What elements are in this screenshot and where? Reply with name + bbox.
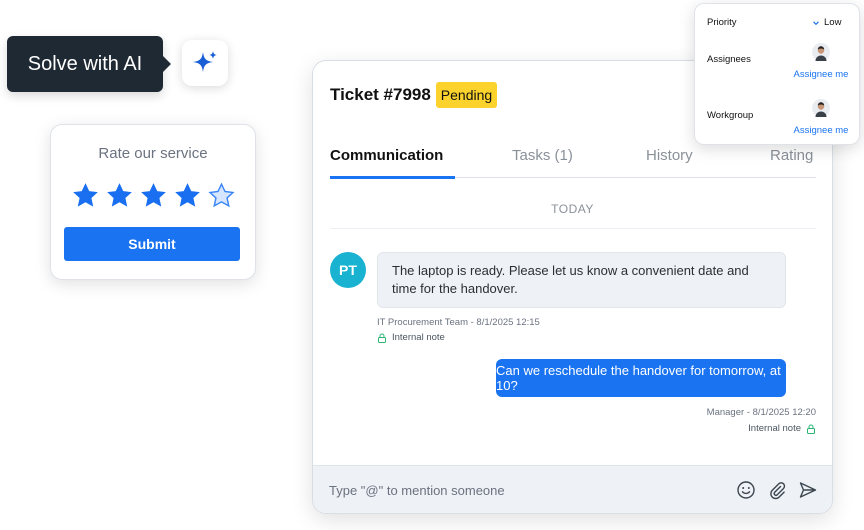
- internal-note-label: Internal note: [377, 332, 445, 343]
- priority-value: Low: [824, 17, 842, 28]
- avatar: [812, 43, 830, 61]
- solve-with-ai-tooltip: Solve with AI: [7, 36, 171, 92]
- solve-with-ai-button[interactable]: [182, 40, 228, 86]
- attachment-icon[interactable]: [767, 480, 787, 500]
- star-icon-filled[interactable]: [139, 181, 168, 210]
- message-meta: IT Procurement Team - 8/1/2025 12:15: [377, 317, 540, 328]
- workgroup-label: Workgroup: [707, 110, 754, 121]
- send-icon[interactable]: [798, 480, 818, 500]
- tab-tasks[interactable]: Tasks (1): [512, 147, 573, 164]
- tab-rating[interactable]: Rating: [770, 147, 813, 164]
- submit-rating-button[interactable]: Submit: [64, 227, 240, 261]
- priority-select[interactable]: Low: [812, 17, 841, 28]
- avatar: PT: [330, 252, 366, 288]
- emoji-icon[interactable]: [736, 480, 756, 500]
- workgroup-assignee-button[interactable]: Assignee me: [786, 99, 856, 136]
- star-icon-filled[interactable]: [173, 181, 202, 210]
- lock-icon: [378, 333, 386, 343]
- assignee-me-button[interactable]: Assignee me: [786, 43, 856, 80]
- ticket-properties-panel: Priority Low Assignees Assignee me Workg…: [694, 3, 860, 145]
- assignee-me-link[interactable]: Assignee me: [786, 69, 856, 80]
- message-input[interactable]: [329, 480, 689, 500]
- star-icon-empty[interactable]: [207, 181, 236, 210]
- message-composer: [313, 465, 832, 513]
- tab-history[interactable]: History: [646, 147, 693, 164]
- star-icon-filled[interactable]: [71, 181, 100, 210]
- outgoing-message: Can we reschedule the handover for tomor…: [496, 359, 786, 397]
- avatar: [812, 99, 830, 117]
- lock-icon: [807, 424, 815, 434]
- star-icon-filled[interactable]: [105, 181, 134, 210]
- workgroup-assignee-link[interactable]: Assignee me: [786, 125, 856, 136]
- ticket-title: Ticket #7998: [330, 85, 431, 104]
- sparkle-icon: [193, 51, 217, 72]
- day-separator: TODAY: [551, 202, 594, 216]
- day-separator-line: [330, 228, 816, 229]
- internal-note-text: Internal note: [748, 423, 801, 434]
- rate-service-card: Rate our service Submit: [50, 124, 256, 280]
- tooltip-arrow: [163, 56, 171, 72]
- incoming-message: The laptop is ready. Please let us know …: [377, 252, 786, 308]
- message-meta: Manager - 8/1/2025 12:20: [706, 407, 816, 418]
- status-badge: Pending: [436, 82, 497, 108]
- active-tab-indicator: [330, 176, 455, 179]
- internal-note-text: Internal note: [392, 332, 445, 343]
- solve-with-ai-label: Solve with AI: [27, 52, 143, 75]
- rate-title: Rate our service: [98, 145, 208, 162]
- chevron-down-icon: [813, 20, 819, 25]
- star-rating[interactable]: [71, 181, 236, 210]
- tab-communication[interactable]: Communication: [330, 147, 443, 164]
- assignees-label: Assignees: [707, 54, 751, 65]
- priority-label: Priority: [707, 17, 737, 28]
- internal-note-label: Internal note: [748, 423, 816, 434]
